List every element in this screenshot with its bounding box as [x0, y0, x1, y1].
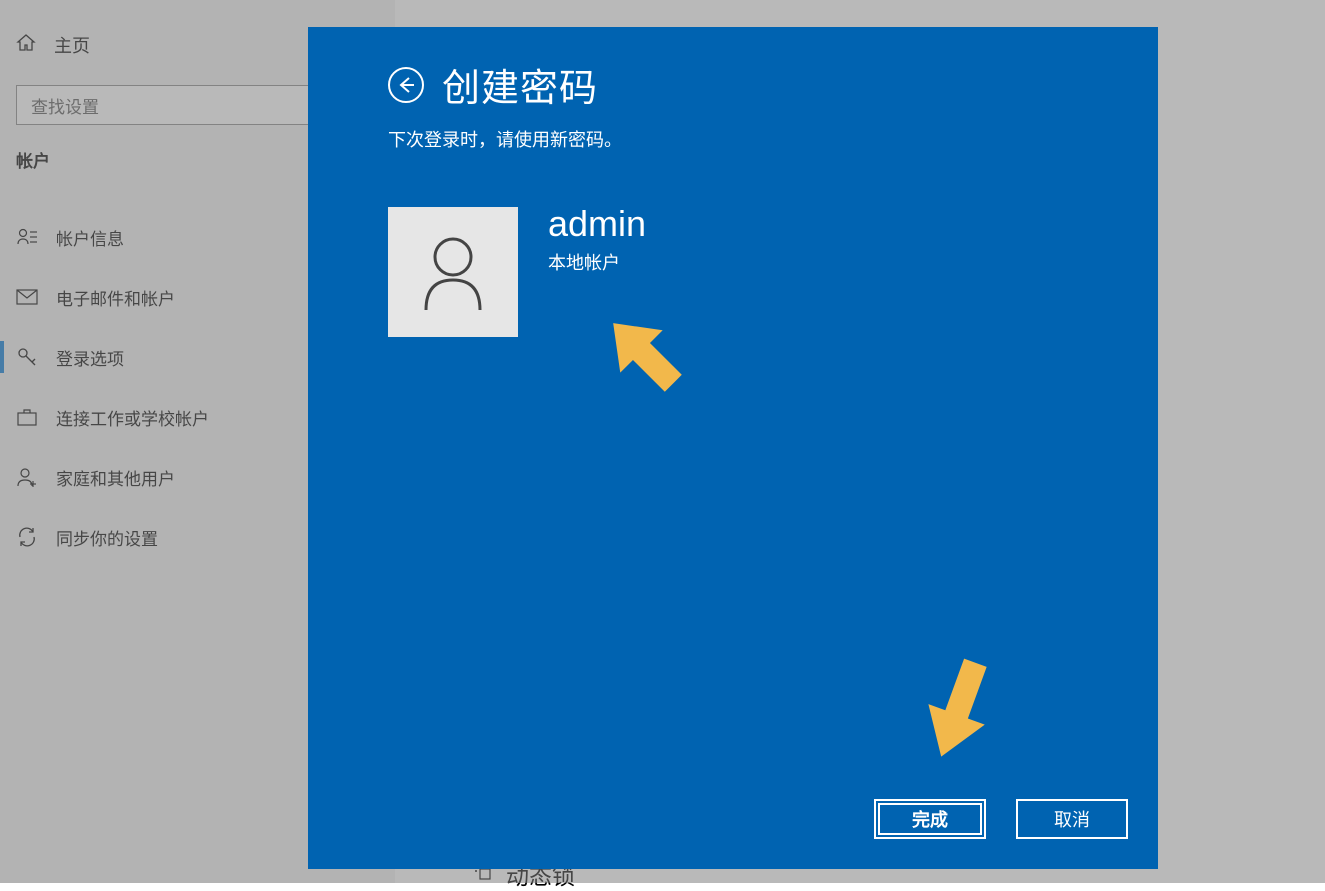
dialog-subtitle: 下次登录时，请使用新密码。 — [388, 126, 1078, 152]
user-name: admin — [548, 203, 646, 245]
back-button[interactable] — [388, 67, 424, 103]
dialog-title: 创建密码 — [442, 57, 598, 112]
avatar — [388, 207, 518, 337]
user-info-block: admin 本地帐户 — [388, 207, 1078, 337]
tutorial-arrow-icon — [585, 295, 705, 415]
finish-button[interactable]: 完成 — [874, 799, 986, 839]
user-account-type: 本地帐户 — [548, 249, 646, 275]
tutorial-arrow-icon — [905, 640, 1015, 770]
arrow-left-icon — [396, 75, 416, 95]
cancel-button[interactable]: 取消 — [1016, 799, 1128, 839]
create-password-dialog: 创建密码 下次登录时，请使用新密码。 admin 本地帐户 完成 取消 — [308, 27, 1158, 869]
person-icon — [418, 232, 488, 312]
